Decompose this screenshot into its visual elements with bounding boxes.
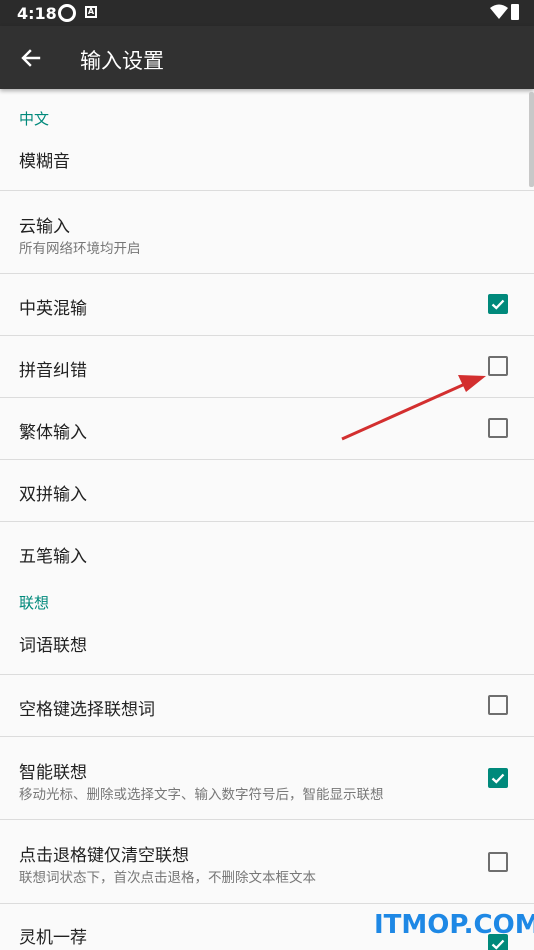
checkbox-backspace-clear[interactable] (488, 852, 508, 872)
setting-summary: 所有网络环境均开启 (19, 241, 141, 257)
setting-title: 空格键选择联想词 (19, 700, 155, 720)
settings-list[interactable]: 中文 模糊音 云输入 所有网络环境均开启 中英混输 拼音纠错 繁体输入 双拼输入… (0, 89, 534, 950)
checkbox-smart-association[interactable] (488, 768, 508, 788)
scrollbar[interactable] (529, 92, 534, 187)
setting-title: 五笔输入 (19, 547, 87, 567)
checkbox-traditional-input[interactable] (488, 418, 508, 438)
setting-title: 点击退格键仅清空联想 (19, 846, 189, 866)
setting-title: 双拼输入 (19, 485, 87, 505)
status-time: 4:18 (17, 4, 57, 23)
page-title: 输入设置 (80, 49, 164, 73)
setting-word-association[interactable]: 词语联想 (0, 612, 534, 675)
setting-title: 智能联想 (19, 763, 87, 783)
setting-title: 中英混输 (19, 299, 87, 319)
app-bar: 输入设置 (0, 26, 534, 89)
category-chinese: 中文 (19, 110, 50, 128)
checkbox-space-select[interactable] (488, 695, 508, 715)
check-icon (491, 299, 505, 310)
setting-backspace-clear-association[interactable]: 点击退格键仅清空联想 联想词状态下，首次点击退格，不删除文本框文本 (0, 820, 534, 904)
battery-icon (511, 4, 519, 20)
setting-summary: 移动光标、删除或选择文字、输入数字符号后，智能显示联想 (19, 787, 384, 803)
setting-summary: 联想词状态下，首次点击退格，不删除文本框文本 (19, 870, 316, 886)
setting-pinyin-correction[interactable]: 拼音纠错 (0, 336, 534, 398)
setting-title: 灵机一荐 (19, 928, 87, 948)
setting-cloud-input[interactable]: 云输入 所有网络环境均开启 (0, 191, 534, 274)
setting-title: 云输入 (19, 217, 70, 237)
setting-space-select-association[interactable]: 空格键选择联想词 (0, 675, 534, 737)
checkbox-pinyin-correction[interactable] (488, 356, 508, 376)
category-association: 联想 (19, 594, 50, 612)
check-icon (491, 773, 505, 784)
checkbox-mixed-input[interactable] (488, 294, 508, 314)
setting-double-pinyin[interactable]: 双拼输入 (0, 460, 534, 522)
setting-smart-association[interactable]: 智能联想 移动光标、删除或选择文字、输入数字符号后，智能显示联想 (0, 737, 534, 820)
setting-title: 繁体输入 (19, 423, 87, 443)
setting-fuzzy-pinyin[interactable]: 模糊音 (0, 136, 534, 191)
setting-traditional-input[interactable]: 繁体输入 (0, 398, 534, 460)
wifi-icon (490, 4, 508, 19)
setting-title: 拼音纠错 (19, 361, 87, 381)
setting-wubi-input[interactable]: 五笔输入 (0, 522, 534, 580)
sync-icon (58, 4, 76, 22)
notification-icon: A (85, 6, 97, 18)
status-bar: 4:18 A (0, 0, 534, 26)
setting-title: 模糊音 (19, 152, 70, 172)
watermark: ITMOP.COM (374, 910, 534, 940)
setting-title: 词语联想 (19, 636, 87, 656)
arrow-left-icon[interactable] (18, 45, 44, 71)
setting-mixed-input[interactable]: 中英混输 (0, 274, 534, 336)
